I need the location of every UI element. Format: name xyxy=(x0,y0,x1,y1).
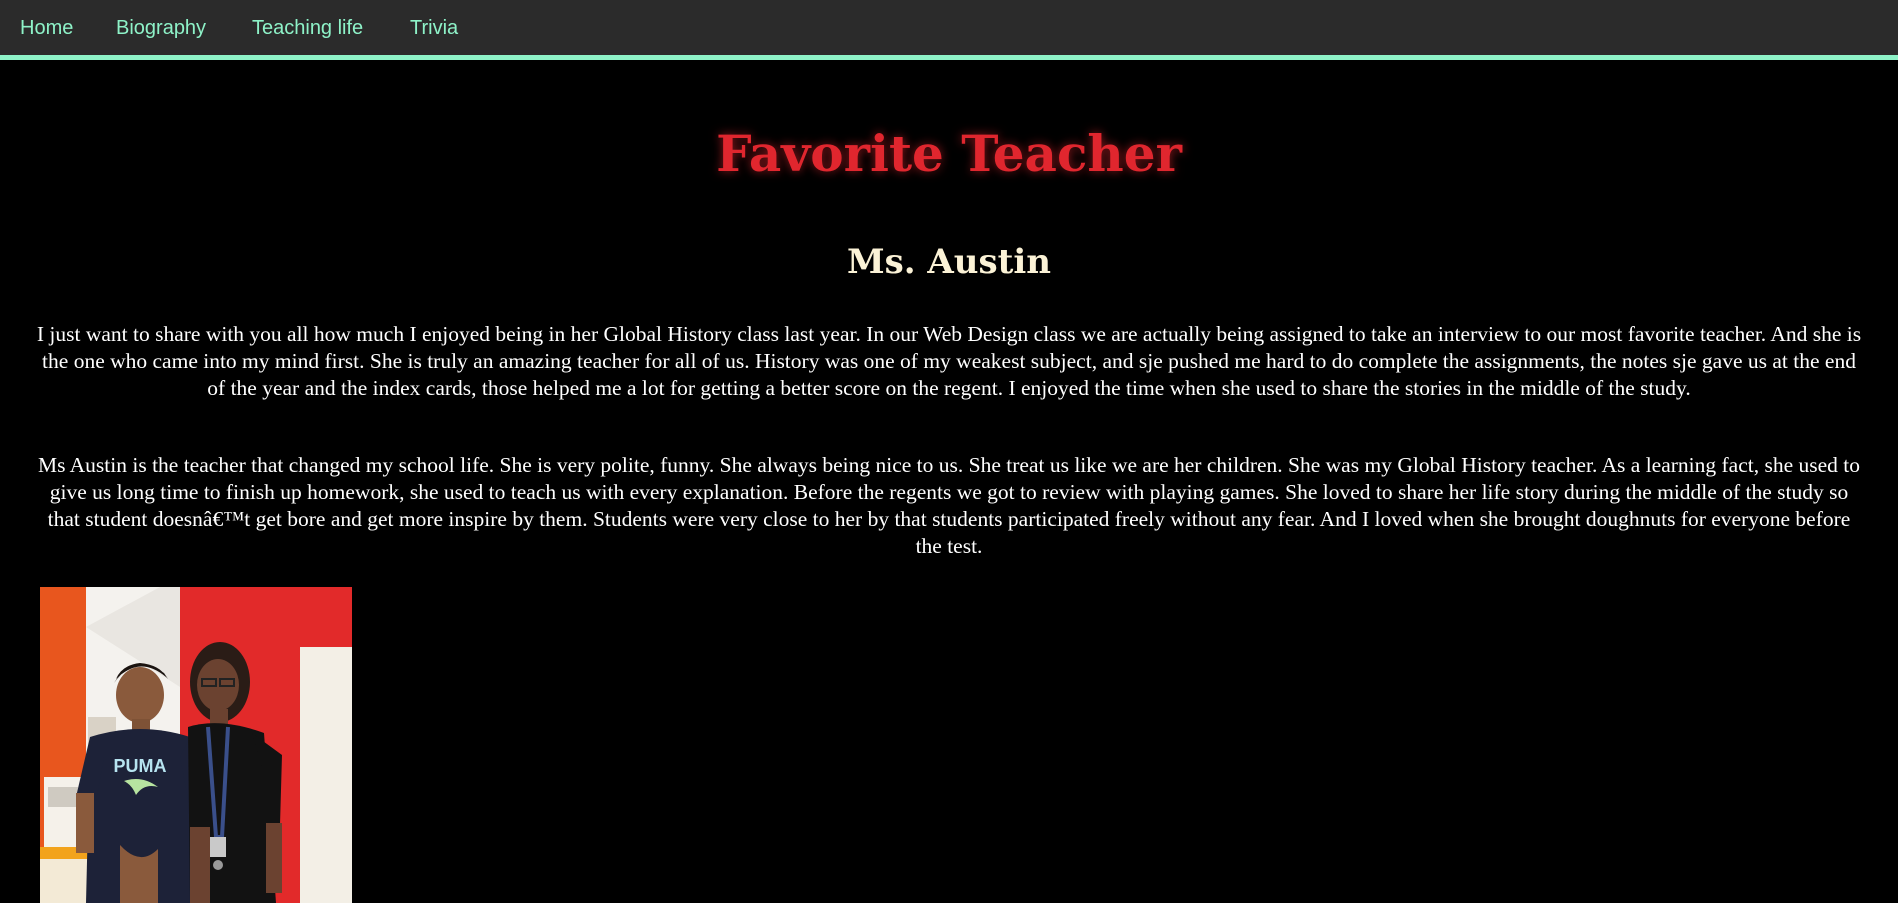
page-title: Favorite Teacher xyxy=(716,124,1182,183)
shirt-logo-text: PUMA xyxy=(114,756,167,776)
nav-biography-link[interactable]: Biography xyxy=(116,17,206,40)
photo-illustration: PUMA xyxy=(40,587,352,903)
nav-home-link[interactable]: Home xyxy=(20,17,73,40)
nav-teaching-life-link[interactable]: Teaching life xyxy=(252,17,363,40)
nav-trivia-link[interactable]: Trivia xyxy=(410,17,458,40)
teacher-student-photo: PUMA xyxy=(40,587,352,903)
top-navbar: Home Biography Teaching life Trivia xyxy=(0,0,1898,60)
teacher-name-heading: Ms. Austin xyxy=(846,242,1052,282)
intro-paragraph: I just want to share with you all how mu… xyxy=(36,322,1862,400)
description-paragraph: Ms Austin is the teacher that changed my… xyxy=(37,453,1861,558)
